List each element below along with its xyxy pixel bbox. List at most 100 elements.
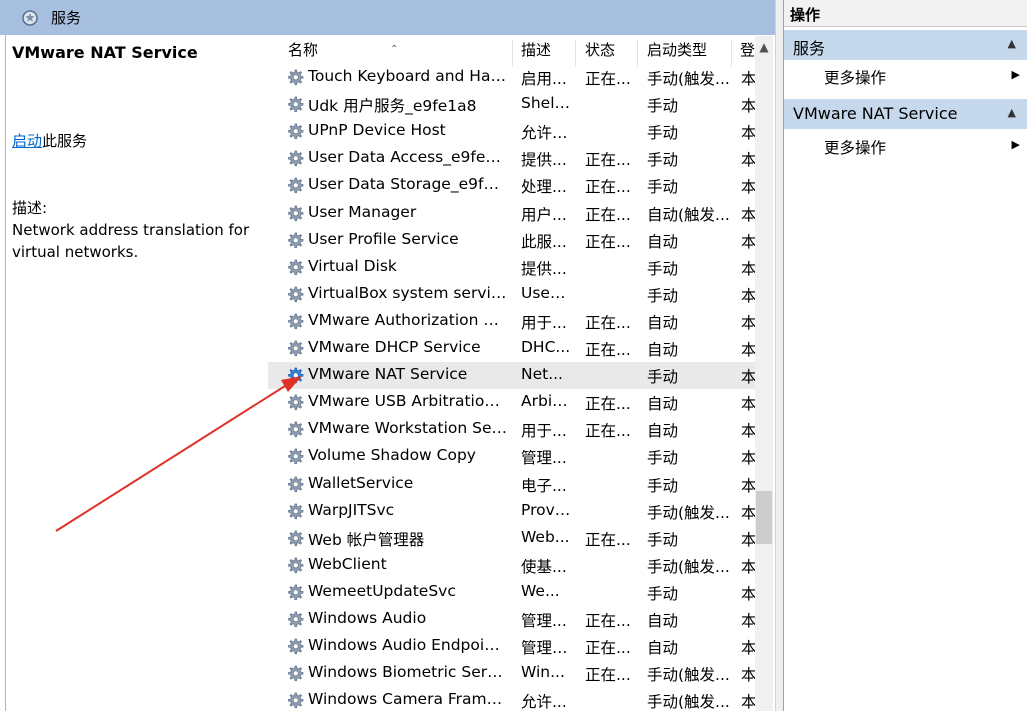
start-suffix: 此服务 xyxy=(42,132,88,150)
service-description: 用户... xyxy=(521,205,567,224)
table-row[interactable]: VirtualBox system service Used... 手动 本 xyxy=(268,281,755,308)
table-row[interactable]: User Data Storage_e9fe1a8 处理... 正在... 手动 本 xyxy=(268,172,755,199)
service-startup-type: 手动 xyxy=(647,124,679,143)
section-vmware-nat[interactable]: VMware NAT Service ▲ xyxy=(784,99,1027,129)
gear-icon xyxy=(285,610,305,630)
service-logon: 本 xyxy=(741,286,755,305)
table-row[interactable]: User Manager 用户... 正在... 自动(触发... 本 xyxy=(268,200,755,227)
column-separator[interactable] xyxy=(512,40,513,67)
column-status[interactable]: 状态 xyxy=(585,40,615,60)
table-row[interactable]: WebClient 使基... 手动(触发... 本 xyxy=(268,552,755,579)
table-row[interactable]: VMware Authorization Ser... 用于... 正在... 自动 本 xyxy=(268,308,755,335)
table-row[interactable]: Windows Audio 管理... 正在... 自动 本 xyxy=(268,606,755,633)
more-actions-label: 更多操作 xyxy=(824,69,887,87)
service-description: 允许 ... xyxy=(521,124,571,143)
more-actions-item[interactable]: 更多操作 ▶ xyxy=(784,132,1027,160)
service-startup-type: 手动 xyxy=(647,151,679,170)
service-status: 正在... xyxy=(585,341,631,359)
more-actions-item[interactable]: 更多操作 ▶ xyxy=(784,62,1027,90)
column-startup-type[interactable]: 启动类型 xyxy=(647,40,707,60)
gear-icon xyxy=(285,122,305,142)
table-row[interactable]: VMware DHCP Service DHC... 正在... 自动 本 xyxy=(268,335,755,362)
scroll-up-icon[interactable]: ▲ xyxy=(755,36,773,58)
service-status: 正在... xyxy=(585,313,631,332)
service-startup-type: 手动(触发... xyxy=(647,666,730,685)
service-name: Volume Shadow Copy xyxy=(308,446,476,465)
table-row[interactable]: WalletService 电子... 手动 本 xyxy=(268,471,755,498)
service-name: Windows Biometric Service xyxy=(308,663,508,682)
service-startup-type: 手动 xyxy=(647,97,679,116)
table-row[interactable]: Web 帐户管理器 Web... 正在... 手动 本 xyxy=(268,525,755,552)
service-name: VMware DHCP Service xyxy=(308,338,481,356)
gear-icon xyxy=(285,176,305,196)
more-actions-label: 更多操作 xyxy=(824,139,887,157)
service-description: 管理... xyxy=(521,612,567,630)
service-logon: 本 xyxy=(741,97,755,116)
service-logon: 本 xyxy=(741,124,755,143)
service-description: 电子... xyxy=(521,476,567,495)
column-separator[interactable] xyxy=(637,40,638,67)
service-status: 正在... xyxy=(585,666,631,685)
column-separator[interactable] xyxy=(731,40,732,67)
service-name: User Manager xyxy=(308,202,417,221)
service-logon: 本 xyxy=(741,693,755,711)
collapse-caret-icon[interactable]: ▲ xyxy=(1008,106,1016,119)
column-separator[interactable] xyxy=(575,40,576,67)
gear-icon xyxy=(285,529,305,549)
table-row[interactable]: VMware NAT Service Net... 手动 本 xyxy=(268,362,755,390)
gear-icon xyxy=(285,475,305,495)
service-name: VMware USB Arbitration S... xyxy=(308,392,508,411)
service-description: Net... xyxy=(521,365,563,384)
table-row[interactable]: Volume Shadow Copy 管理... 手动 本 xyxy=(268,443,755,470)
table-row[interactable]: Windows Audio Endpoint B... 管理 ... 正在... 自动… xyxy=(268,633,755,660)
service-name: VMware Workstation Server xyxy=(308,419,508,438)
service-startup-type: 手动 xyxy=(647,584,679,603)
gear-icon xyxy=(285,583,305,603)
service-logon: 本 xyxy=(741,666,755,685)
service-description: 管理 ... xyxy=(521,639,571,658)
service-name: WemeetUpdateSvc xyxy=(308,581,456,600)
service-startup-type: 手动 xyxy=(647,449,679,468)
table-row[interactable]: VMware USB Arbitration S... Arbit... 正在...… xyxy=(268,389,755,416)
pane-divider[interactable] xyxy=(775,0,783,711)
table-row[interactable]: WemeetUpdateSvc We... 手动 本 xyxy=(268,579,755,606)
service-name: Windows Audio Endpoint B... xyxy=(308,636,508,655)
table-row[interactable]: Udk 用户服务_e9fe1a8 Shell... 手动 本 xyxy=(268,91,755,118)
table-row[interactable]: UPnP Device Host 允许 ... 手动 本 xyxy=(268,118,755,145)
table-row[interactable]: Virtual Disk 提供... 手动 本 xyxy=(268,254,755,281)
actions-pane: 操作 服务 ▲ 更多操作 ▶ VMware NAT Service ▲ 更多操作… xyxy=(783,0,1027,711)
service-startup-type: 自动 xyxy=(647,341,679,359)
table-row[interactable]: Windows Camera Frame S... 允许... 手动(触发... 本 xyxy=(268,687,755,711)
scrollbar-thumb[interactable] xyxy=(756,491,772,544)
service-startup-type: 手动 xyxy=(647,530,679,549)
table-rows: Touch Keyboard and Hand... 启用... 正在... 手动(触… xyxy=(268,64,755,711)
table-row[interactable]: User Profile Service 此服... 正在... 自动 本 xyxy=(268,227,755,254)
gear-icon xyxy=(285,339,305,359)
table-row[interactable]: Touch Keyboard and Hand... 启用... 正在... 手动(触… xyxy=(268,64,755,91)
description-label: 描述: xyxy=(12,199,48,217)
service-name: UPnP Device Host xyxy=(308,121,446,140)
service-description: 用于... xyxy=(521,422,567,441)
gear-icon xyxy=(285,447,305,467)
service-description: 提供... xyxy=(521,259,567,278)
sort-ascending-icon: ⌃ xyxy=(390,44,399,55)
table-row[interactable]: Windows Biometric Service Win... 正在... 手动(触… xyxy=(268,660,755,687)
table-row[interactable]: VMware Workstation Server 用于... 正在... 自动 本 xyxy=(268,416,755,443)
table-row[interactable]: User Data Access_e9fe1a8 提供... 正在... 手动 本 xyxy=(268,145,755,172)
column-logon[interactable]: 登 xyxy=(740,40,755,60)
section-services[interactable]: 服务 ▲ xyxy=(784,30,1027,60)
service-description: Arbit... xyxy=(521,392,571,411)
service-name: Touch Keyboard and Hand... xyxy=(308,67,508,85)
table-row[interactable]: WarpJITSvc Provi... 手动(触发... 本 xyxy=(268,498,755,525)
gear-icon xyxy=(285,691,305,711)
vertical-scrollbar[interactable]: ▲ xyxy=(755,36,773,711)
service-logon: 本 xyxy=(741,151,755,170)
service-logon: 本 xyxy=(741,313,755,332)
submenu-arrow-icon: ▶ xyxy=(1011,138,1020,151)
column-name[interactable]: 名称 xyxy=(288,40,318,60)
collapse-caret-icon[interactable]: ▲ xyxy=(1008,37,1016,50)
actions-title-label: 操作 xyxy=(790,6,821,24)
column-description[interactable]: 描述 xyxy=(521,40,551,60)
gear-icon xyxy=(285,204,305,224)
start-link[interactable]: 启动 xyxy=(12,132,42,150)
